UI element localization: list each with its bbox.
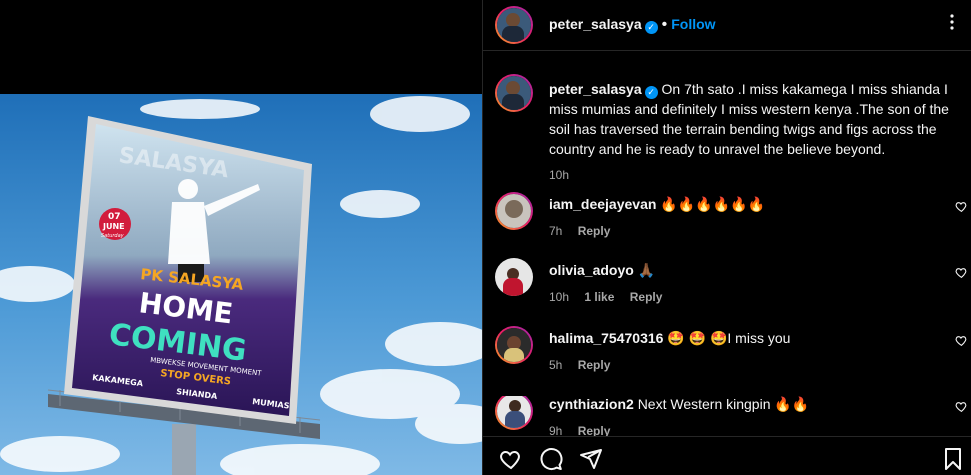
commenter-avatar[interactable] [495,396,533,430]
svg-text:JUNE: JUNE [102,222,125,231]
svg-text:Saturday: Saturday [101,233,125,239]
comment-username[interactable]: halima_75470316 [549,330,663,346]
comment-time: 7h [549,224,563,238]
post-sidebar: peter_salasya ✓ • Follow peter_salasya ✓ On … [482,0,971,475]
caption-author-avatar[interactable] [495,74,533,112]
reply-button[interactable]: Reply [578,424,611,436]
comment-time: 10h [549,290,570,304]
commenter-avatar[interactable] [495,326,533,364]
comment-icon[interactable] [539,447,563,471]
reply-button[interactable]: Reply [630,290,663,304]
comment-like-icon[interactable] [955,334,968,347]
post-header: peter_salasya ✓ • Follow [483,0,971,51]
caption-time: 10h [549,168,570,182]
comment-username[interactable]: cynthiazion2 [549,396,634,412]
author-avatar[interactable] [495,6,533,44]
comment-text: 🤩 🤩 🤩I miss you [667,330,791,346]
comment-like-icon[interactable] [955,266,968,279]
reply-button[interactable]: Reply [578,224,611,238]
comment-meta: 10h 1 like Reply [549,290,674,304]
share-icon[interactable] [579,447,603,471]
comment-time: 5h [549,358,563,372]
comment-time: 9h [549,424,563,436]
comment-text: 🙏🏾 [637,262,656,278]
separator-dot: • [661,16,668,33]
comment-item: halima_75470316 🤩 🤩 🤩I miss you 5h Reply [483,326,971,374]
comment-username[interactable]: iam_deejayevan [549,196,656,212]
comment-body: cynthiazion2 Next Western kingpin 🔥🔥 [549,396,809,413]
comment-like-icon[interactable] [955,400,968,413]
comment-item: iam_deejayevan 🔥🔥🔥🔥🔥🔥 7h Reply [483,192,971,240]
comment-item: cynthiazion2 Next Western kingpin 🔥🔥 9h … [483,396,971,436]
comment-item: olivia_adoyo 🙏🏾 10h 1 like Reply [483,258,971,306]
comment-meta: 7h Reply [549,224,622,238]
comment-username[interactable]: olivia_adoyo [549,262,634,278]
caption-author-username[interactable]: peter_salasya [549,81,642,97]
post-action-bar [483,436,971,475]
comment-text: 🔥🔥🔥🔥🔥🔥 [660,196,765,212]
comment-meta: 9h Reply [549,424,622,436]
comment-like-icon[interactable] [955,200,968,213]
comment-likes[interactable]: 1 like [584,290,614,304]
comment-meta: 5h Reply [549,358,622,372]
post-image[interactable]: SALASYA 07 JUNE Saturday PK SALASYA HOME… [0,94,482,475]
post-media: SALASYA 07 JUNE Saturday PK SALASYA HOME… [0,0,482,475]
reply-button[interactable]: Reply [578,358,611,372]
comment-body: halima_75470316 🤩 🤩 🤩I miss you [549,330,790,347]
caption-verified-badge-icon: ✓ [644,86,658,99]
follow-button[interactable]: Follow [671,16,715,32]
verified-badge-icon: ✓ [644,21,658,34]
comment-body: iam_deejayevan 🔥🔥🔥🔥🔥🔥 [549,196,765,213]
date-badge: 07 JUNE Saturday [99,208,131,240]
comment-text: Next Western kingpin 🔥🔥 [637,396,810,412]
svg-text:07: 07 [108,212,121,222]
heart-icon[interactable] [499,447,523,471]
post-caption: peter_salasya ✓ On 7th sato .I miss kakam… [549,79,959,185]
commenter-avatar[interactable] [495,258,533,296]
commenter-avatar[interactable] [495,192,533,230]
bookmark-icon[interactable] [943,447,963,471]
more-options-icon[interactable] [944,14,960,34]
author-username[interactable]: peter_salasya [549,16,642,32]
comment-body: olivia_adoyo 🙏🏾 [549,262,655,279]
